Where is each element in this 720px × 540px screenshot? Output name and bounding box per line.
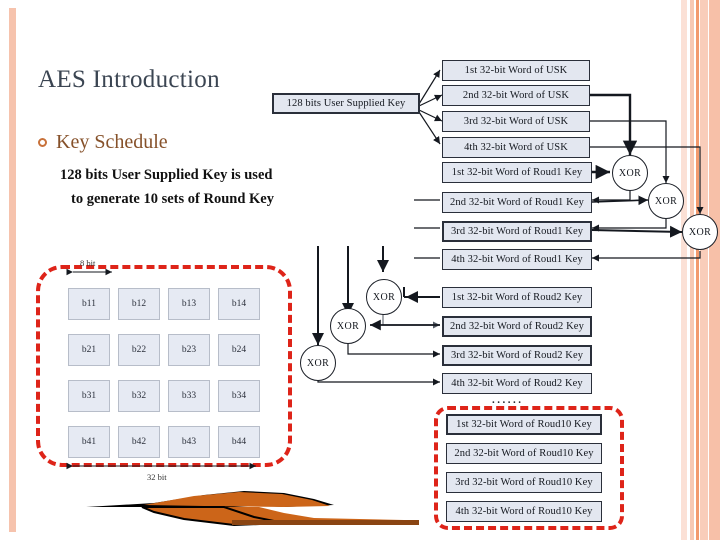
- state-cell: b34: [218, 380, 260, 412]
- round1-word-box-4: 4th 32-bit Word of Roud1 Key: [442, 249, 592, 270]
- round10-word-box-1: 1st 32-bit Word of Roud10 Key: [446, 414, 602, 435]
- left-accent-bar: [9, 8, 16, 532]
- hollow-circle-bullet-icon: [38, 138, 47, 147]
- usk-word-box-1: 1st 32-bit Word of USK: [442, 60, 590, 81]
- xor-node-3: XOR: [682, 214, 718, 250]
- slide-canvas: AES Introduction Key Schedule 128 bits U…: [0, 0, 720, 540]
- usk-word-box-4: 4th 32-bit Word of USK: [442, 137, 590, 158]
- page-title: AES Introduction: [38, 66, 220, 93]
- right-accent-bar-5: [709, 0, 720, 540]
- round10-word-box-4: 4th 32-bit Word of Roud10 Key: [446, 501, 602, 522]
- usk-word-box-2: 2nd 32-bit Word of USK: [442, 85, 590, 106]
- state-cell: b21: [68, 334, 110, 366]
- state-cell: b11: [68, 288, 110, 320]
- state-cell: b13: [168, 288, 210, 320]
- round2-word-box-4: 4th 32-bit Word of Roud2 Key: [442, 373, 592, 394]
- state-cell: b31: [68, 380, 110, 412]
- usk-word-box-3: 3rd 32-bit Word of USK: [442, 111, 590, 132]
- state-cell: b44: [218, 426, 260, 458]
- round10-word-box-3: 3rd 32-bit Word of Roud10 Key: [446, 472, 602, 493]
- right-accent-bar-4: [700, 0, 708, 540]
- round2-word-box-3: 3rd 32-bit Word of Roud2 Key: [442, 345, 592, 366]
- round2-word-box-2: 2nd 32-bit Word of Roud2 Key: [442, 316, 592, 337]
- round1-word-box-1: 1st 32-bit Word of Roud1 Key: [442, 162, 592, 183]
- right-accent-bar-1: [681, 0, 687, 540]
- state-cell: b22: [118, 334, 160, 366]
- round10-word-box-2: 2nd 32-bit Word of Roud10 Key: [446, 443, 602, 464]
- right-accent-bar-3: [696, 0, 699, 540]
- state-cell: b23: [168, 334, 210, 366]
- round2-word-box-1: 1st 32-bit Word of Roud2 Key: [442, 287, 592, 308]
- right-accent-bar-2: [690, 0, 694, 540]
- usk-box: 128 bits User Supplied Key: [272, 93, 420, 114]
- state-cell: b12: [118, 288, 160, 320]
- ellipsis-dots: ......: [492, 394, 524, 406]
- state-cell: b14: [218, 288, 260, 320]
- bullet-item-key-schedule: Key Schedule: [38, 131, 168, 154]
- xor-node-5: XOR: [330, 308, 366, 344]
- state-cell: b32: [118, 380, 160, 412]
- bullet-item-label: Key Schedule: [56, 131, 168, 153]
- xor-node-4: XOR: [366, 279, 402, 315]
- state-cell: b41: [68, 426, 110, 458]
- body-line-1: 128 bits User Supplied Key is used: [60, 167, 273, 183]
- xor-node-1: XOR: [612, 155, 648, 191]
- state-cell: b42: [118, 426, 160, 458]
- xor-node-6: XOR: [300, 345, 336, 381]
- orange-banner-shape: [86, 491, 419, 527]
- right-bar-notch: [653, 17, 681, 487]
- state-cell: b33: [168, 380, 210, 412]
- round1-word-box-3: 3rd 32-bit Word of Roud1 Key: [442, 221, 592, 242]
- xor-node-2: XOR: [648, 183, 684, 219]
- byte-width-label: 8 bit: [80, 258, 96, 268]
- round1-word-box-2: 2nd 32-bit Word of Roud1 Key: [442, 192, 592, 213]
- body-line-2: to generate 10 sets of Round Key: [71, 191, 274, 207]
- state-cell: b24: [218, 334, 260, 366]
- word-width-label: 32 bit: [147, 472, 167, 482]
- state-cell: b43: [168, 426, 210, 458]
